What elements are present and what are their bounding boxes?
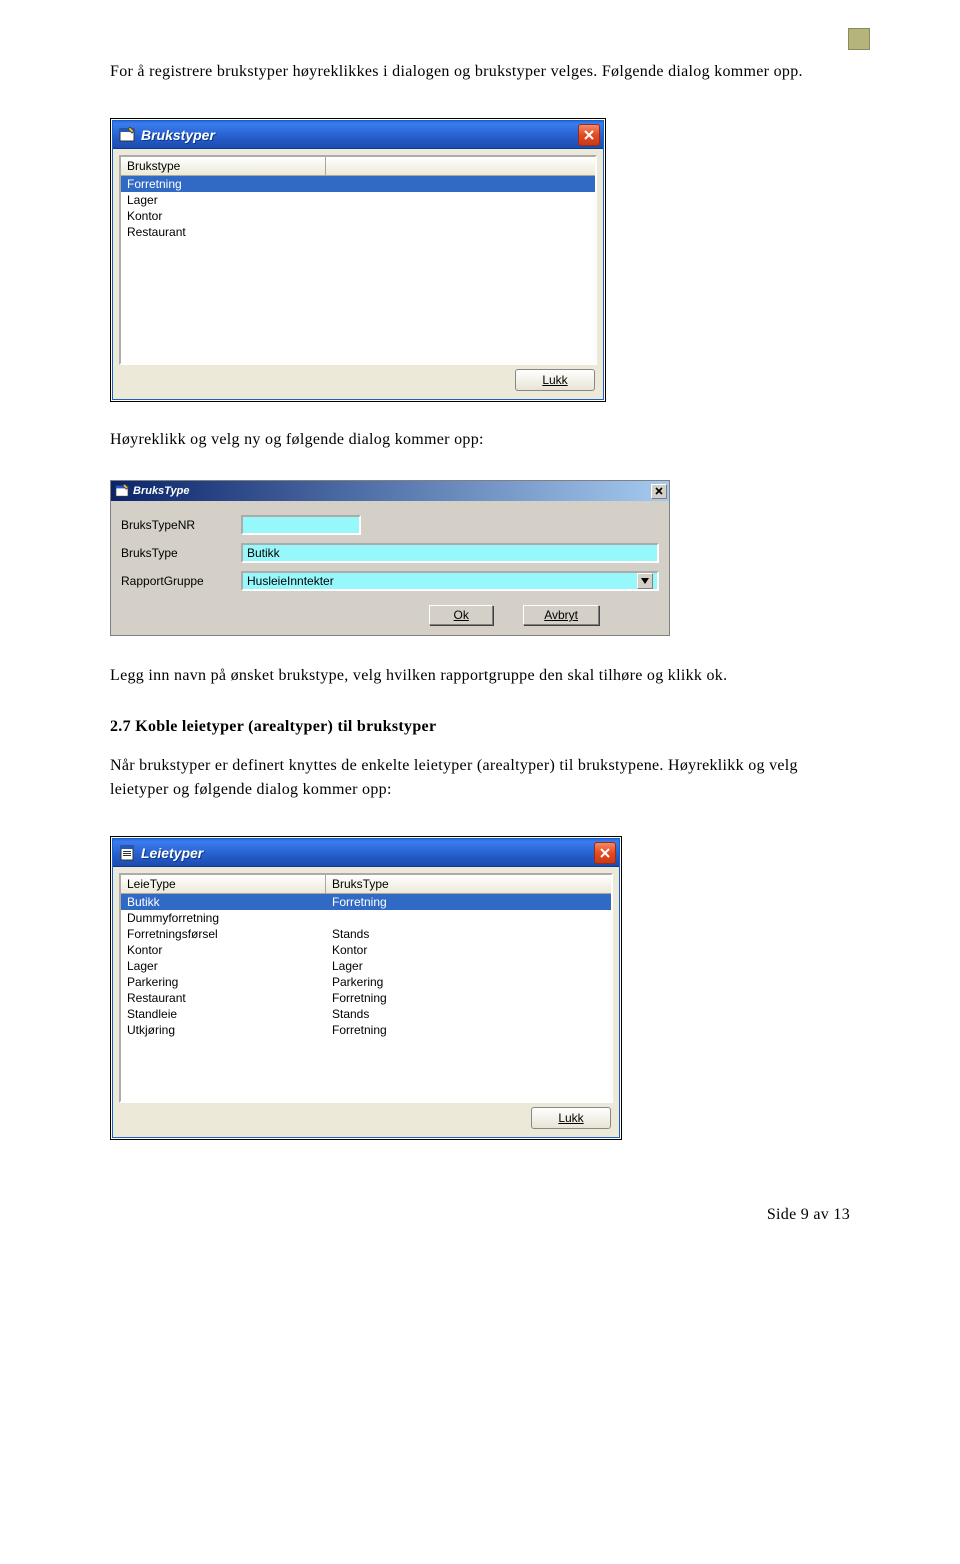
cell-brukstype: Lager <box>326 958 611 974</box>
select-rapportgruppe[interactable]: HusleieInntekter <box>241 571 659 591</box>
cell-leietype: Standleie <box>121 1006 326 1022</box>
section-heading: 2.7 Koble leietyper (arealtyper) til bru… <box>110 718 850 736</box>
brukstype-buttons: Ok Avbryt <box>121 599 659 629</box>
cell-leietype: Forretningsførsel <box>121 926 326 942</box>
label-brukstype: BruksType <box>121 546 241 560</box>
window-icon <box>115 484 129 498</box>
lukk-button-label: Lukk <box>542 373 567 387</box>
row-rapportgruppe: RapportGruppe HusleieInntekter <box>121 571 659 591</box>
brukstyper-dialog-frame: Brukstyper Brukstype ForretningLagerKont… <box>110 118 606 402</box>
table-row[interactable]: KontorKontor <box>121 942 611 958</box>
page-footer: Side 9 av 13 <box>110 1206 850 1224</box>
label-rapportgruppe: RapportGruppe <box>121 574 241 588</box>
cell-leietype: Utkjøring <box>121 1022 326 1038</box>
list-item[interactable]: Lager <box>121 192 595 208</box>
brukstype-titlebar: BruksType <box>111 481 669 501</box>
leietyper-list[interactable]: LeieType BruksType ButikkForretningDummy… <box>119 873 613 1103</box>
cell-leietype: Dummyforretning <box>121 910 326 926</box>
row-brukstype: BruksType Butikk <box>121 543 659 563</box>
list-item-label: Forretning <box>121 176 326 192</box>
brukstype-dialog: BruksType BruksTypeNR BruksType Butikk R… <box>110 480 670 636</box>
lukk-button-label: Lukk <box>558 1111 583 1125</box>
table-row[interactable]: ParkeringParkering <box>121 974 611 990</box>
cell-leietype: Lager <box>121 958 326 974</box>
input-brukstypenr[interactable] <box>241 515 361 535</box>
brukstyper-title: Brukstyper <box>141 127 578 143</box>
leietyper-title: Leietyper <box>141 845 594 861</box>
label-brukstypenr: BruksTypeNR <box>121 518 241 532</box>
close-icon[interactable] <box>651 484 667 499</box>
cell-brukstype: Forretning <box>326 1022 611 1038</box>
table-row[interactable]: UtkjøringForretning <box>121 1022 611 1038</box>
intro-paragraph-1: For å registrere brukstyper høyreklikkes… <box>110 60 850 84</box>
list-item[interactable]: Kontor <box>121 208 595 224</box>
brukstyper-footer: Lukk <box>119 365 597 393</box>
ok-button[interactable]: Ok <box>429 605 493 625</box>
list-item-spacer <box>326 192 595 208</box>
leietyper-body: LeieType BruksType ButikkForretningDummy… <box>113 867 619 1137</box>
brukstyper-list[interactable]: Brukstype ForretningLagerKontorRestauran… <box>119 155 597 365</box>
intro-paragraph-3: Legg inn navn på ønsket brukstype, velg … <box>110 664 850 688</box>
brukstyper-titlebar: Brukstyper <box>113 121 603 149</box>
avbryt-button-label: Avbryt <box>544 608 578 622</box>
page-marker <box>848 28 870 50</box>
brukstype-title: BruksType <box>133 485 651 497</box>
cell-leietype: Kontor <box>121 942 326 958</box>
column-header-brukstype[interactable]: Brukstype <box>121 157 326 175</box>
column-header-leietype[interactable]: LeieType <box>121 875 326 893</box>
list-item[interactable]: Restaurant <box>121 224 595 240</box>
cell-brukstype: Stands <box>326 1006 611 1022</box>
cell-leietype: Restaurant <box>121 990 326 1006</box>
leietyper-titlebar: Leietyper <box>113 839 619 867</box>
list-item-spacer <box>326 224 595 240</box>
table-row[interactable]: LagerLager <box>121 958 611 974</box>
leietyper-dialog: Leietyper LeieType BruksType ButikkForre… <box>112 838 620 1138</box>
row-brukstypenr: BruksTypeNR <box>121 515 659 535</box>
avbryt-button[interactable]: Avbryt <box>523 605 599 625</box>
leietyper-dialog-frame: Leietyper LeieType BruksType ButikkForre… <box>110 836 622 1140</box>
list-item-spacer <box>326 176 595 192</box>
select-rapportgruppe-value: HusleieInntekter <box>247 574 334 588</box>
intro-paragraph-2: Høyreklikk og velg ny og følgende dialog… <box>110 428 850 452</box>
ok-button-label: Ok <box>454 608 469 622</box>
table-row[interactable]: StandleieStands <box>121 1006 611 1022</box>
window-icon <box>119 845 135 861</box>
list-item-label: Kontor <box>121 208 326 224</box>
table-row[interactable]: RestaurantForretning <box>121 990 611 1006</box>
chevron-down-icon[interactable] <box>637 573 653 589</box>
list-item[interactable]: Forretning <box>121 176 595 192</box>
brukstyper-body: Brukstype ForretningLagerKontorRestauran… <box>113 149 603 399</box>
list-item-spacer <box>326 208 595 224</box>
intro-paragraph-4: Når brukstyper er definert knyttes de en… <box>110 754 850 802</box>
cell-brukstype <box>326 910 611 926</box>
table-row[interactable]: ButikkForretning <box>121 894 611 910</box>
lukk-button[interactable]: Lukk <box>531 1107 611 1129</box>
cell-brukstype: Stands <box>326 926 611 942</box>
table-row[interactable]: Dummyforretning <box>121 910 611 926</box>
cell-brukstype: Forretning <box>326 894 611 910</box>
list-item-label: Restaurant <box>121 224 326 240</box>
list-item-label: Lager <box>121 192 326 208</box>
table-row[interactable]: ForretningsførselStands <box>121 926 611 942</box>
column-header-brukstype[interactable]: BruksType <box>326 875 611 893</box>
close-icon[interactable] <box>594 842 616 864</box>
cell-brukstype: Parkering <box>326 974 611 990</box>
column-header-row: LeieType BruksType <box>121 875 611 894</box>
input-brukstype[interactable]: Butikk <box>241 543 659 563</box>
column-header-spacer <box>326 157 595 175</box>
window-icon <box>119 127 135 143</box>
lukk-button[interactable]: Lukk <box>515 369 595 391</box>
column-header-row: Brukstype <box>121 157 595 176</box>
cell-brukstype: Kontor <box>326 942 611 958</box>
cell-brukstype: Forretning <box>326 990 611 1006</box>
brukstyper-dialog: Brukstyper Brukstype ForretningLagerKont… <box>112 120 604 400</box>
brukstype-body: BruksTypeNR BruksType Butikk RapportGrup… <box>111 501 669 635</box>
close-icon[interactable] <box>578 124 600 146</box>
cell-leietype: Parkering <box>121 974 326 990</box>
leietyper-footer: Lukk <box>119 1103 613 1131</box>
cell-leietype: Butikk <box>121 894 326 910</box>
